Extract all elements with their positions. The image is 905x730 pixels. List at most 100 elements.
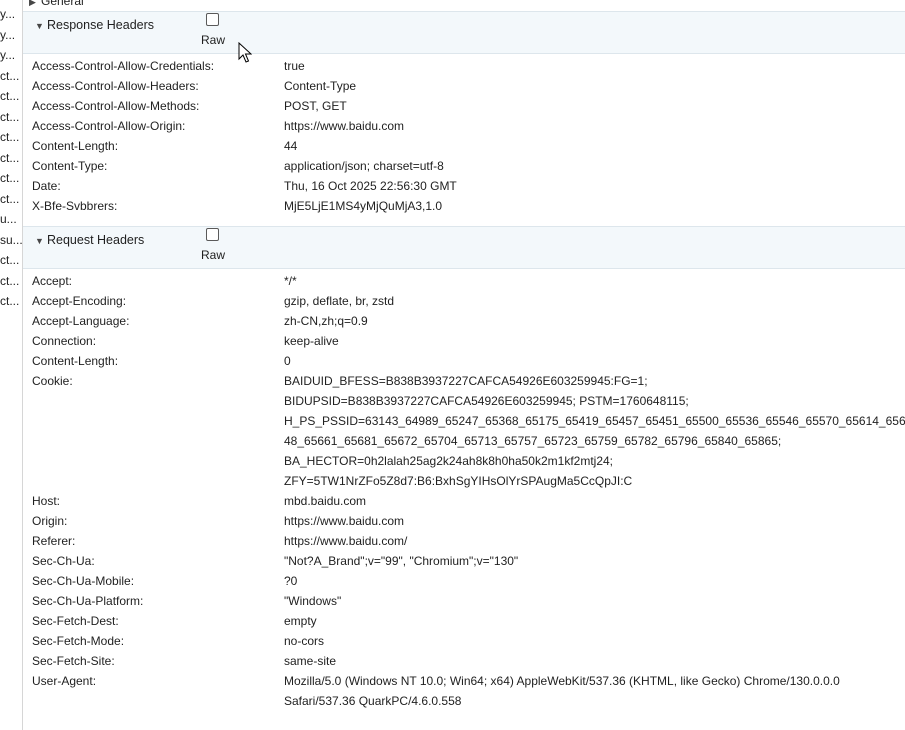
header-value: Safari/537.36 QuarkPC/4.6.0.558 xyxy=(284,694,462,708)
header-name: Content-Type: xyxy=(32,159,108,173)
header-row: Referer: https://www.baidu.com/ xyxy=(23,531,905,551)
header-row: Date: Thu, 16 Oct 2025 22:56:30 GMT xyxy=(23,176,905,196)
header-name: Sec-Ch-Ua-Mobile: xyxy=(32,574,135,588)
request-list-item[interactable]: y... xyxy=(0,45,22,65)
request-list-item[interactable]: ct... xyxy=(0,271,22,291)
header-row: Accept: */* xyxy=(23,271,905,291)
header-name: Referer: xyxy=(32,534,76,548)
header-name: Sec-Ch-Ua-Platform: xyxy=(32,594,144,608)
header-value: true xyxy=(284,59,305,73)
request-list-item[interactable]: su... xyxy=(0,230,22,250)
header-row: Accept-Encoding: gzip, deflate, br, zstd xyxy=(23,291,905,311)
mouse-pointer-icon xyxy=(238,42,252,63)
header-name: Access-Control-Allow-Methods: xyxy=(32,99,200,113)
header-value: 48_65661_65681_65672_65704_65713_65757_6… xyxy=(284,434,782,448)
header-value: keep-alive xyxy=(284,334,339,348)
request-headers-label: Request Headers xyxy=(47,233,145,247)
header-value: Content-Type xyxy=(284,79,357,93)
header-name: Sec-Fetch-Mode: xyxy=(32,634,125,648)
header-value: Mozilla/5.0 (Windows NT 10.0; Win64; x64… xyxy=(284,674,840,688)
header-name: Connection: xyxy=(32,334,97,348)
request-list-item[interactable]: y... xyxy=(0,25,22,45)
header-value: no-cors xyxy=(284,634,325,648)
header-row: Sec-Ch-Ua: "Not?A_Brand";v="99", "Chromiu… xyxy=(23,551,905,571)
request-list-item[interactable]: ct... xyxy=(0,86,22,106)
header-row: Origin: https://www.baidu.com xyxy=(23,511,905,531)
header-name: Content-Length: xyxy=(32,354,119,368)
request-list-item[interactable]: ct... xyxy=(0,148,22,168)
header-value: empty xyxy=(284,614,317,628)
request-list-item[interactable]: y... xyxy=(0,4,22,24)
general-section-header[interactable]: ▶ General xyxy=(23,0,905,11)
header-row: Sec-Fetch-Mode: no-cors xyxy=(23,631,905,651)
header-row: Access-Control-Allow-Methods: POST, GET xyxy=(23,96,905,116)
header-value: POST, GET xyxy=(284,99,347,113)
header-row: X-Bfe-Svbbrers: MjE5LjE1MS4yMjQuMjA3,1.0 xyxy=(23,196,905,216)
header-name: Content-Length: xyxy=(32,139,119,153)
chevron-down-icon: ▼ xyxy=(35,21,44,31)
header-name: X-Bfe-Svbbrers: xyxy=(32,199,118,213)
response-raw-toggle[interactable]: Raw xyxy=(199,12,229,52)
header-row: Cookie: BAIDUID_BFESS=B838B3937227CAFCA54… xyxy=(23,371,905,491)
header-value: 44 xyxy=(284,139,298,153)
header-value: "Not?A_Brand";v="99", "Chromium";v="130" xyxy=(284,554,519,568)
request-list-item[interactable]: ct... xyxy=(0,127,22,147)
header-name: Sec-Fetch-Site: xyxy=(32,654,115,668)
chevron-down-icon: ▼ xyxy=(35,236,44,246)
request-list-item[interactable]: ct... xyxy=(0,189,22,209)
header-value: gzip, deflate, br, zstd xyxy=(284,294,395,308)
header-row: Sec-Fetch-Site: same-site xyxy=(23,651,905,671)
header-value: 0 xyxy=(284,354,291,368)
header-row: Access-Control-Allow-Credentials: true xyxy=(23,56,905,76)
header-name: Origin: xyxy=(32,514,68,528)
header-value: "Windows" xyxy=(284,594,342,608)
header-value: zh-CN,zh;q=0.9 xyxy=(284,314,368,328)
response-headers-title: ▼ Response Headers xyxy=(29,17,154,33)
header-name: Accept-Encoding: xyxy=(32,294,127,308)
request-list-item[interactable]: ct... xyxy=(0,291,22,311)
request-list-item[interactable]: ct... xyxy=(0,168,22,188)
header-name: Access-Control-Allow-Origin: xyxy=(32,119,186,133)
header-name: Accept-Language: xyxy=(32,314,130,328)
response-headers-label: Response Headers xyxy=(47,18,155,32)
header-row: Access-Control-Allow-Headers: Content-Typ… xyxy=(23,76,905,96)
request-raw-checkbox[interactable] xyxy=(206,228,219,241)
header-name: Date: xyxy=(32,179,61,193)
header-row: Sec-Ch-Ua-Mobile: ?0 xyxy=(23,571,905,591)
header-value: BIDUPSID=B838B3937227CAFCA54926E60325994… xyxy=(284,394,689,408)
header-value: ZFY=5TW1NrZFo5Z8d7:B6:BxhSgYIHsOlYrSPAug… xyxy=(284,474,633,488)
header-value: same-site xyxy=(284,654,337,668)
header-row: Content-Length: 0 xyxy=(23,351,905,371)
header-row: Content-Type: application/json; charset=u… xyxy=(23,156,905,176)
request-list-item[interactable]: ct... xyxy=(0,107,22,127)
header-row: Sec-Fetch-Dest: empty xyxy=(23,611,905,631)
header-row: Sec-Ch-Ua-Platform: "Windows" xyxy=(23,591,905,611)
header-value: ?0 xyxy=(284,574,298,588)
header-value: https://www.baidu.com xyxy=(284,119,405,133)
request-raw-toggle[interactable]: Raw xyxy=(199,227,229,267)
response-headers-section-header[interactable]: ▼ Response Headers Raw xyxy=(23,11,905,54)
header-value: mbd.baidu.com xyxy=(284,494,367,508)
header-value: Thu, 16 Oct 2025 22:56:30 GMT xyxy=(284,179,457,193)
request-list-item[interactable]: ct... xyxy=(0,66,22,86)
header-row: Connection: keep-alive xyxy=(23,331,905,351)
header-name: Access-Control-Allow-Headers: xyxy=(32,79,199,93)
response-raw-checkbox[interactable] xyxy=(206,13,219,26)
header-row: User-Agent: Mozilla/5.0 (Windows NT 10.0;… xyxy=(23,671,905,711)
header-name: Sec-Ch-Ua: xyxy=(32,554,95,568)
header-value: application/json; charset=utf-8 xyxy=(284,159,444,173)
header-value: BAIDUID_BFESS=B838B3937227CAFCA54926E603… xyxy=(284,374,648,388)
header-value: https://www.baidu.com/ xyxy=(284,534,408,548)
request-list-item[interactable]: u... xyxy=(0,209,22,229)
header-value: BA_HECTOR=0h2lalah25ag2k24ah8k8h0ha50k2m… xyxy=(284,454,613,468)
devtools-headers-panel: y... y... y... ct... ct... ct... ct... ct... ct.… xyxy=(0,0,905,730)
request-list-item[interactable]: ct... xyxy=(0,250,22,270)
header-value: https://www.baidu.com xyxy=(284,514,405,528)
request-headers-title: ▼ Request Headers xyxy=(29,232,144,248)
header-name: Host: xyxy=(32,494,61,508)
request-headers-section-header[interactable]: ▼ Request Headers Raw xyxy=(23,226,905,269)
header-row: Content-Length: 44 xyxy=(23,136,905,156)
request-list-strip[interactable]: y... y... y... ct... ct... ct... ct... ct... ct.… xyxy=(0,0,23,730)
header-value: MjE5LjE1MS4yMjQuMjA3,1.0 xyxy=(284,199,443,213)
header-name: Cookie: xyxy=(32,374,73,388)
